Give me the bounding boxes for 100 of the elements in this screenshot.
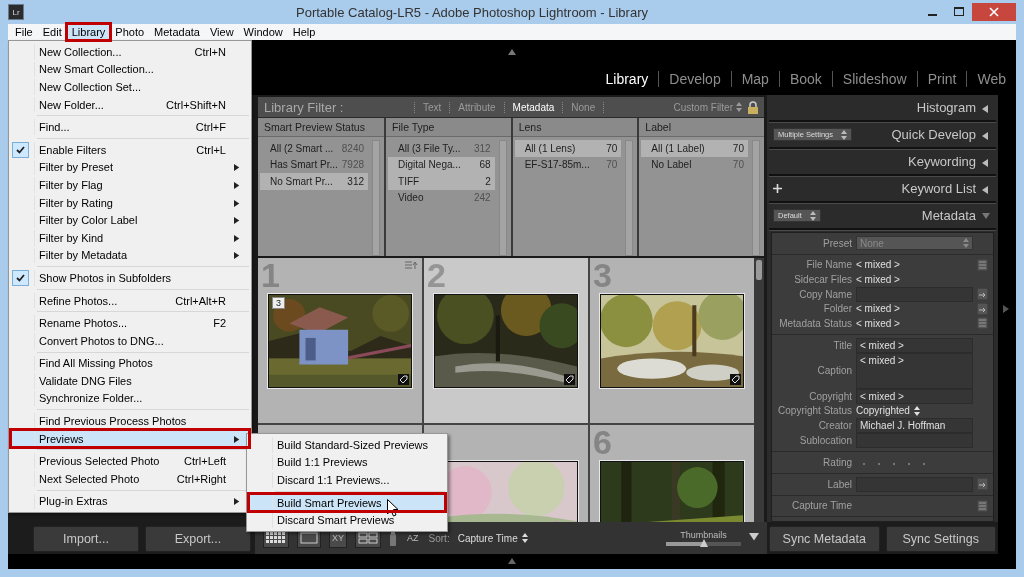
panel-title[interactable]: Keyword List [901, 181, 976, 196]
menu-bar-item[interactable]: Library [66, 24, 111, 40]
menu-item[interactable]: Filter by Kind [11, 228, 249, 247]
filter-column-header[interactable]: Label [639, 118, 764, 137]
import-export-button[interactable]: Export... [145, 526, 251, 552]
menu-item[interactable]: Build Standard-Sized Previews [249, 436, 445, 454]
menu-item[interactable]: Filter by Preset [11, 158, 249, 177]
filter-option[interactable]: EF-S17-85m... 70 [514, 156, 622, 173]
scrollbar[interactable] [752, 140, 760, 256]
filter-option[interactable]: All (2 Smart ... 8240 [260, 140, 369, 157]
menu-item[interactable]: Build Smart Previews [249, 493, 445, 512]
menu-item[interactable]: Filter by Rating [11, 193, 249, 212]
metadata-field[interactable]: < mixed > [856, 352, 973, 389]
menu-item[interactable]: Plug-in Extras [11, 492, 249, 511]
menu-bar-item[interactable]: File [10, 24, 38, 40]
menu-item[interactable]: Previews [11, 429, 249, 448]
sync-button[interactable]: Sync Settings [885, 526, 996, 552]
menu-bar-item[interactable]: Metadata [149, 24, 205, 40]
menu-item[interactable]: Enable Filters Ctrl+L [11, 140, 249, 159]
filter-column-header[interactable]: File Type [386, 118, 511, 137]
menu-item[interactable]: Previous Selected Photo Ctrl+Left [11, 452, 249, 471]
menu-item[interactable]: Filter by Metadata [11, 246, 249, 265]
arrow-button-icon[interactable] [977, 478, 988, 490]
metadata-field[interactable]: < mixed > [856, 337, 973, 353]
menu-item[interactable]: Next Selected Photo Ctrl+Right [11, 470, 249, 488]
collapse-triangle-icon[interactable] [982, 212, 990, 221]
submenu-arrow-icon[interactable] [234, 234, 241, 242]
module-tab[interactable]: Map [730, 71, 779, 87]
filter-option[interactable]: All (1 Lens) 70 [514, 140, 622, 157]
menu-bar-item[interactable]: Window [238, 24, 288, 40]
metadata-field[interactable]: Michael J. Hoffman [856, 418, 973, 433]
scrollbar[interactable] [498, 140, 507, 256]
menu-bar-item[interactable]: Edit [37, 24, 67, 40]
menu-item[interactable]: Find All Missing Photos [11, 354, 249, 373]
module-tab[interactable]: Book [778, 71, 832, 87]
menu-item[interactable]: Validate DNG Files [11, 372, 249, 390]
panel-title[interactable]: Quick Develop [891, 127, 976, 142]
submenu-arrow-icon[interactable] [234, 252, 241, 260]
filter-column-header[interactable]: Lens [512, 118, 638, 137]
menu-item[interactable]: New Collection... Ctrl+N [11, 43, 249, 61]
filter-option[interactable]: TIFF 2 [388, 173, 495, 190]
menu-item[interactable]: Filter by Flag [11, 176, 249, 194]
filter-tab[interactable]: Metadata [503, 101, 563, 113]
filter-column-header[interactable]: Smart Preview Status [258, 118, 385, 137]
panel-toggle-icon[interactable] [508, 557, 516, 566]
scrollbar[interactable] [754, 258, 764, 522]
menu-item[interactable]: New Collection Set... [11, 78, 249, 96]
sort-direction-button[interactable]: AZ [405, 529, 421, 547]
panel-title[interactable]: Histogram [916, 100, 976, 115]
list-icon[interactable] [977, 499, 988, 512]
filter-option[interactable]: Has Smart Pr... 7928 [260, 156, 369, 173]
menu-item[interactable]: New Folder... Ctrl+Shift+N [11, 95, 249, 114]
sync-button[interactable]: Sync Metadata [769, 526, 880, 552]
sort-dropdown[interactable]: Capture Time [457, 532, 528, 544]
arrow-button-icon[interactable] [977, 288, 988, 300]
lock-icon[interactable] [748, 100, 758, 114]
submenu-arrow-icon[interactable] [234, 435, 241, 443]
submenu-arrow-icon[interactable] [234, 181, 241, 189]
module-tab[interactable]: Web [966, 71, 1016, 87]
arrow-button-icon[interactable] [977, 302, 988, 315]
menu-bar-item[interactable]: Help [287, 24, 321, 40]
module-tab[interactable]: Develop [658, 71, 731, 87]
menu-item[interactable]: Build 1:1 Previews [249, 453, 445, 472]
filter-option[interactable]: All (1 Label) 70 [641, 140, 748, 157]
menu-item[interactable]: Discard 1:1 Previews... [249, 471, 445, 489]
add-icon[interactable] [773, 184, 782, 193]
list-icon[interactable] [977, 317, 988, 330]
menu-item[interactable]: Show Photos in Subfolders [11, 269, 249, 287]
menu-item[interactable]: Find... Ctrl+F [11, 118, 249, 136]
module-tab[interactable]: Library [595, 71, 659, 87]
menu-item[interactable]: Filter by Color Label [11, 211, 249, 229]
toolbar-menu-icon[interactable] [749, 533, 759, 543]
collapse-triangle-icon[interactable] [982, 185, 990, 194]
module-tab[interactable]: Print [916, 71, 967, 87]
submenu-arrow-icon[interactable] [234, 498, 241, 506]
submenu-arrow-icon[interactable] [234, 199, 241, 207]
menu-item[interactable]: Convert Photos to DNG... [11, 331, 249, 350]
spray-can-icon[interactable] [389, 530, 398, 546]
filter-option[interactable]: No Label 70 [641, 156, 748, 173]
module-tab[interactable]: Slideshow [831, 71, 917, 87]
panel-title[interactable]: Keywording [908, 154, 976, 169]
panel-toggle-icon[interactable] [1003, 304, 1011, 313]
copyright-status-dropdown[interactable]: Copyrighted [856, 405, 973, 417]
collapse-triangle-icon[interactable] [982, 131, 990, 140]
filter-option[interactable]: No Smart Pr... 312 [260, 173, 369, 190]
thumbnail-size-slider[interactable] [666, 542, 741, 546]
list-icon[interactable] [977, 258, 988, 271]
submenu-arrow-icon[interactable] [234, 217, 241, 225]
menu-item[interactable]: Synchronize Folder... [11, 389, 249, 408]
collapse-triangle-icon[interactable] [982, 104, 990, 113]
menu-bar-item[interactable]: Photo [110, 24, 150, 40]
panel-title[interactable]: Metadata [921, 208, 976, 223]
panel-toggle-icon[interactable] [508, 49, 516, 57]
submenu-arrow-icon[interactable] [234, 164, 241, 172]
scrollbar[interactable] [625, 140, 634, 256]
menu-item[interactable]: Rename Photos... F2 [11, 314, 249, 332]
scrollbar[interactable] [372, 140, 381, 256]
menu-item[interactable]: New Smart Collection... [11, 60, 249, 79]
filter-option[interactable]: Digital Nega... 68 [388, 156, 495, 173]
filter-option[interactable]: Video 242 [388, 189, 495, 206]
